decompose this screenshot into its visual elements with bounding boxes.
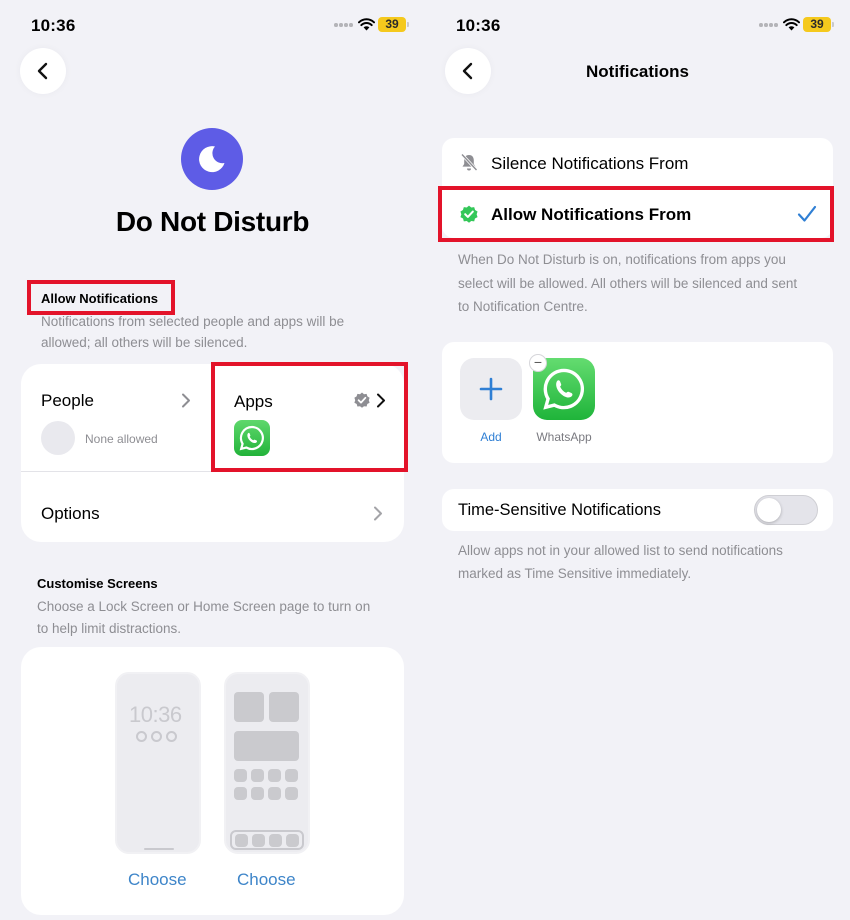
app-tile <box>268 787 281 800</box>
app-tile <box>251 787 264 800</box>
plus-icon <box>479 377 503 401</box>
customise-screens-desc-2: to help limit distractions. <box>37 621 182 636</box>
app-tile <box>251 769 264 782</box>
chevron-right-icon <box>182 393 190 408</box>
dock <box>230 830 304 850</box>
dock-app-tile <box>286 834 299 847</box>
widget-tile <box>269 692 299 722</box>
lock-screen-widgets <box>136 729 181 747</box>
highlight-box <box>211 362 408 472</box>
dnd-focus-screen: 10:36 39 Do Not Disturb Allow Notificati… <box>0 0 425 920</box>
page-title: Do Not Disturb <box>115 206 310 237</box>
options-label: Options <box>41 504 100 523</box>
time-sensitive-toggle[interactable] <box>754 495 818 525</box>
home-indicator <box>144 848 174 850</box>
time-sensitive-label: Time-Sensitive Notifications <box>458 501 661 519</box>
status-time: 10:36 <box>456 16 501 35</box>
dock-app-tile <box>252 834 265 847</box>
chevron-left-icon <box>37 62 48 80</box>
silence-option-label: Silence Notifications From <box>491 154 689 173</box>
people-avatar-placeholder <box>41 421 75 455</box>
back-button[interactable] <box>20 48 66 94</box>
customise-screens-header: Customise Screens <box>37 576 158 591</box>
cellular-dots-icon <box>759 23 781 29</box>
cellular-dots-icon <box>334 23 356 29</box>
silence-notifications-option[interactable]: Silence Notifications From <box>442 138 833 188</box>
add-label: Add <box>480 430 502 444</box>
time-sensitive-desc-1: Allow apps not in your allowed list to s… <box>458 543 783 558</box>
status-bar: 10:36 39 <box>0 14 425 38</box>
app-tile <box>234 769 247 782</box>
lock-screen-preview[interactable]: 10:36 <box>115 672 201 854</box>
battery-icon: 39 <box>378 17 409 32</box>
people-label: People <box>41 391 94 410</box>
status-bar: 10:36 39 <box>425 14 850 38</box>
moon-icon <box>199 146 225 173</box>
chevron-right-icon <box>374 506 382 521</box>
allow-desc-3: to Notification Centre. <box>458 299 588 314</box>
allowed-apps-card: Add − WhatsApp <box>442 342 833 463</box>
battery-icon: 39 <box>803 17 834 32</box>
app-tile <box>268 769 281 782</box>
whatsapp-label: WhatsApp <box>536 430 592 444</box>
choose-home-screen-button[interactable]: Choose <box>237 870 296 890</box>
dock-app-tile <box>269 834 282 847</box>
highlight-box <box>438 186 834 242</box>
bell-slash-icon <box>460 153 478 172</box>
options-row[interactable]: Options <box>21 472 404 542</box>
time-sensitive-desc-2: marked as Time Sensitive immediately. <box>458 566 692 581</box>
home-screen-preview[interactable] <box>224 672 310 854</box>
widget-tile <box>234 731 299 761</box>
allow-notifications-desc-2: allowed; all others will be silenced. <box>41 335 248 350</box>
nav-title: Notifications <box>586 62 689 81</box>
allow-notifications-header: Allow Notifications <box>41 291 158 306</box>
allow-desc-2: select will be allowed. All others will … <box>458 276 798 291</box>
choose-lock-screen-button[interactable]: Choose <box>128 870 187 890</box>
customise-screens-card: 10:36 Choose Choose <box>21 647 404 915</box>
widget-tile <box>234 692 264 722</box>
lock-screen-time: 10:36 <box>129 702 182 727</box>
customise-screens-desc-1: Choose a Lock Screen or Home Screen page… <box>37 599 371 614</box>
wifi-icon <box>783 18 800 31</box>
toggle-knob <box>757 498 781 522</box>
notifications-screen: 10:36 39 Notifications Silence Notificat… <box>425 0 850 920</box>
status-time: 10:36 <box>31 16 76 35</box>
people-sublabel: None allowed <box>85 432 158 446</box>
dnd-icon-badge <box>181 128 243 190</box>
dock-app-tile <box>235 834 248 847</box>
people-cell[interactable]: People None allowed <box>21 364 211 471</box>
add-app-button[interactable] <box>460 358 522 420</box>
remove-app-button[interactable]: − <box>529 354 547 372</box>
allow-notifications-desc-1: Notifications from selected people and a… <box>41 314 345 329</box>
wifi-icon <box>358 18 375 31</box>
time-sensitive-row: Time-Sensitive Notifications <box>442 489 833 531</box>
app-tile <box>285 769 298 782</box>
app-tile <box>285 787 298 800</box>
app-tile <box>234 787 247 800</box>
allow-desc-1: When Do Not Disturb is on, notifications… <box>458 252 786 267</box>
